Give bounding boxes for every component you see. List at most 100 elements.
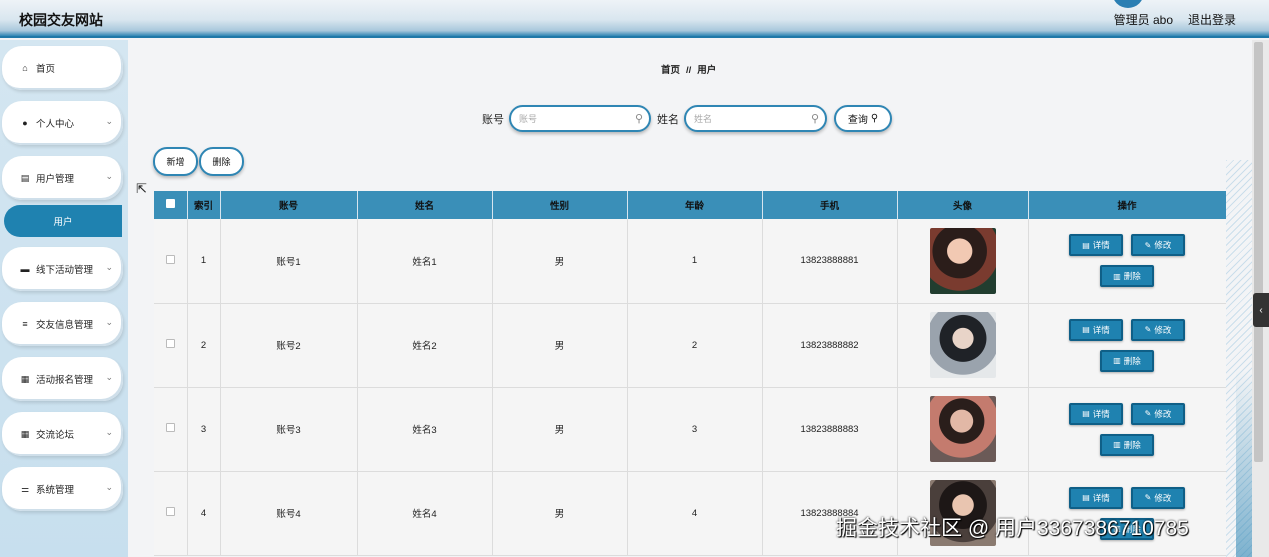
account-search-input[interactable] [511,107,649,130]
list-icon: ≡ [22,319,28,329]
breadcrumb: 首页 // 用户 [661,62,716,76]
batch-delete-button[interactable]: 删除 [199,147,244,176]
cell-gender: 男 [492,387,628,472]
grid-icon: ▦ [20,373,30,384]
row-checkbox[interactable] [165,254,175,264]
sidebar-item-forum[interactable]: ▦ 交流论坛 ⌄ [2,412,123,456]
cell-index: 3 [187,387,221,472]
trash-icon: ▥ [1113,440,1121,449]
decorative-gradient [1236,370,1252,557]
mouse-cursor-icon: ⇱ [136,181,147,196]
site-title: 校园交友网站 [19,12,103,28]
search-icon: ⚲ [870,113,879,124]
detail-button[interactable]: ▤ 详情 [1069,318,1123,341]
scrollbar-thumb[interactable] [1254,42,1263,462]
avatar-photo [929,396,996,462]
sidebar-item-dating-info[interactable]: ≡ 交友信息管理 ⌄ [2,302,123,346]
cell-age: 3 [627,387,763,472]
sidebar-item-personal-center[interactable]: ● 个人中心 ⌄ [2,101,123,145]
cell-account: 账号4 [220,471,358,556]
cell-phone: 13823888882 [762,303,898,388]
cell-phone: 13823888883 [762,387,898,472]
sidebar-item-label: 交友信息管理 [36,320,94,331]
column-header-avatar: 头像 [897,191,1029,219]
table-row: 1 账号1 姓名1 男 1 13823888881 ▤ 详情 ✎ 修改 ▥ 删除 [154,219,1226,304]
chevron-left-icon[interactable]: ‹ [1253,293,1269,327]
edit-button[interactable]: ✎ 修改 [1131,486,1185,509]
sidebar-item-system-management[interactable]: ⚌ 系统管理 ⌄ [2,467,123,511]
sidebar-item-activity-signup[interactable]: ▦ 活动报名管理 ⌄ [2,357,123,401]
chevron-down-icon: ⌄ [105,171,113,181]
logout-link[interactable]: 退出登录 [1188,11,1236,28]
breadcrumb-home[interactable]: 首页 [661,65,680,76]
briefcase-icon: ▬ [20,264,30,274]
trash-icon: ▥ [1113,271,1121,281]
sidebar-subitem-users[interactable]: 用户 [4,205,122,237]
row-checkbox[interactable] [165,507,175,516]
cell-name: 姓名1 [357,219,493,304]
person-icon: ● [22,118,28,128]
sliders-icon: ⚌ [20,483,30,494]
edit-button[interactable]: ✎ 修改 [1131,402,1185,425]
search-icon: ⚲ [634,113,643,125]
delete-button[interactable]: ▥ 删除 [1100,265,1154,288]
select-all-cell [154,191,188,219]
row-checkbox[interactable] [165,339,175,348]
top-bar: 校园交友网站 管理员 abo 退出登录 [0,0,1269,38]
sidebar-item-home[interactable]: ⌂ 首页 [2,46,123,90]
sidebar: ⌂ 首页 ● 个人中心 ⌄ ▤ 用户管理 ⌄ 用户 ▬ 线下活动管理 ⌄ ≡ 交… [0,40,128,557]
column-header-age: 年龄 [627,191,763,219]
sidebar-item-user-management[interactable]: ▤ 用户管理 ⌄ [2,156,123,200]
user-table: 索引 账号 姓名 性别 年龄 手机 头像 操作 1 账号1 姓名1 男 1 13… [154,191,1226,556]
sidebar-item-label: 线下活动管理 [36,265,94,276]
name-search-input[interactable] [686,107,825,130]
query-button[interactable]: 查询 ⚲ [834,105,892,132]
chevron-down-icon: ⌄ [105,116,113,126]
grid-icon: ▦ [20,428,30,439]
cell-age: 4 [627,471,763,556]
sidebar-item-offline-activity[interactable]: ▬ 线下活动管理 ⌄ [2,247,123,291]
sidebar-item-label: 个人中心 [36,119,75,130]
chevron-down-icon: ⌄ [105,262,113,272]
account-label: 账号 [482,114,504,126]
document-icon: ▤ [1082,493,1090,502]
cell-index: 1 [187,219,221,304]
pencil-icon: ✎ [1144,409,1152,418]
delete-button[interactable]: ▥ 删除 [1100,433,1154,456]
query-button-label: 查询 [847,115,868,126]
detail-button[interactable]: ▤ 详情 [1069,234,1123,257]
avatar[interactable] [1112,0,1144,8]
clipboard-icon: ▤ [20,172,30,183]
trash-icon: ▥ [1113,356,1121,365]
document-icon: ▤ [1082,240,1090,250]
delete-button[interactable]: ▥ 删除 [1100,349,1154,372]
name-search-box: ⚲ [684,105,827,132]
sidebar-item-label: 活动报名管理 [36,375,94,386]
main-content: 首页 // 用户 账号 ⚲ 姓名 ⚲ 查询 ⚲ 新增 删除 索引 账号 姓名 [128,40,1252,557]
pencil-icon: ✎ [1144,240,1152,250]
row-checkbox[interactable] [165,423,175,432]
pencil-icon: ✎ [1144,493,1152,502]
add-button[interactable]: 新增 [153,147,198,176]
chevron-down-icon: ⌄ [105,317,113,327]
cell-index: 4 [187,471,221,556]
cell-account: 账号1 [220,219,358,304]
cell-age: 2 [627,303,763,388]
cell-index: 2 [187,303,221,388]
cell-gender: 男 [492,471,628,556]
edit-button[interactable]: ✎ 修改 [1131,234,1185,257]
cell-gender: 男 [492,219,628,304]
column-header-name: 姓名 [357,191,493,219]
column-header-actions: 操作 [1028,191,1226,219]
search-icon: ⚲ [810,113,819,125]
select-all-checkbox[interactable] [165,199,175,208]
cell-account: 账号2 [220,303,358,388]
column-header-phone: 手机 [762,191,898,219]
user-info: 管理员 abo [1113,13,1173,27]
detail-button[interactable]: ▤ 详情 [1069,402,1123,425]
chevron-down-icon: ⌄ [105,372,113,382]
account-search-box: ⚲ [509,105,651,132]
edit-button[interactable]: ✎ 修改 [1131,318,1185,341]
detail-button[interactable]: ▤ 详情 [1069,486,1123,509]
document-icon: ▤ [1082,409,1090,418]
